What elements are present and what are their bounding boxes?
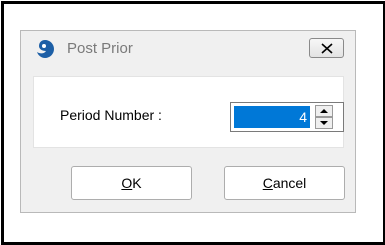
dialog-title: Post Prior [67, 40, 133, 57]
period-number-label: Period Number : [60, 107, 162, 123]
arrow-up-icon [320, 109, 328, 113]
close-icon [321, 43, 333, 54]
period-number-input[interactable]: 4 [234, 106, 310, 128]
cancel-label-rest: ancel [272, 175, 307, 191]
spin-up-button[interactable] [315, 105, 333, 117]
arrow-down-icon [320, 121, 328, 125]
form-panel: Period Number : 4 [33, 76, 344, 148]
cancel-button[interactable]: Cancel [224, 166, 345, 200]
close-button[interactable] [309, 38, 344, 58]
period-number-spinbox[interactable]: 4 [230, 102, 344, 132]
spin-buttons [315, 105, 333, 129]
ok-button[interactable]: OK [71, 166, 192, 200]
title-bar: Post Prior [21, 31, 355, 65]
spin-down-button[interactable] [315, 117, 333, 129]
post-prior-dialog: Post Prior Period Number : 4 OK Cancel [20, 30, 356, 213]
cancel-access-key: C [262, 175, 273, 191]
ok-access-key: O [121, 175, 133, 191]
app-logo-icon [35, 39, 55, 59]
ok-label-rest: K [132, 175, 142, 191]
